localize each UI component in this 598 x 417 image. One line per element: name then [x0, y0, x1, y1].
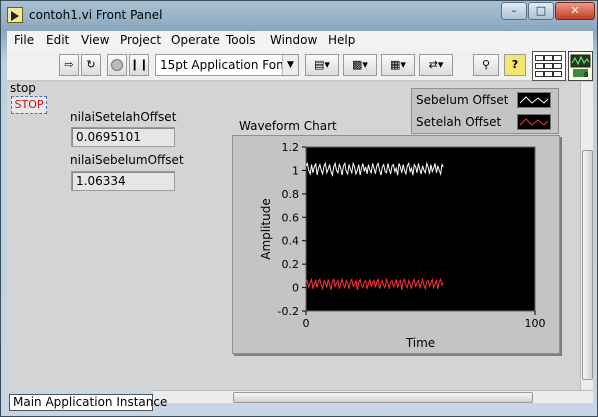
horizontal-scroll-thumb[interactable]: [233, 392, 533, 403]
y-tick-label: -0.2: [278, 305, 299, 318]
abort-icon: [111, 59, 123, 71]
context-help-button[interactable]: ?: [504, 54, 526, 76]
pause-button[interactable]: ❙❙: [129, 54, 149, 76]
connector-pane-icon[interactable]: [532, 51, 566, 81]
vertical-scrollbar[interactable]: [580, 82, 593, 390]
menu-file[interactable]: File: [14, 33, 34, 47]
stop-label: stop: [10, 81, 36, 95]
legend-swatch-sebelum[interactable]: [517, 92, 551, 108]
menu-window[interactable]: Window: [270, 33, 317, 47]
stop-button[interactable]: STOP: [11, 96, 47, 114]
y-tick-label: 0.8: [282, 188, 300, 201]
y-tick-label: 1: [292, 164, 299, 177]
align-objects-button[interactable]: ▤▾: [305, 54, 339, 76]
menu-view[interactable]: View: [81, 33, 109, 47]
labview-vi-icon: [7, 7, 23, 23]
legend-entry-sebelum: Sebelum Offset: [416, 93, 509, 107]
resize-objects-button[interactable]: ▦▾: [381, 54, 415, 76]
horizontal-scrollbar[interactable]: [153, 390, 593, 403]
offset-before-indicator: 1.06334: [71, 171, 175, 191]
menu-operate[interactable]: Operate: [171, 33, 220, 47]
y-tick-label: 1.2: [282, 141, 300, 154]
menu-tools[interactable]: Tools: [226, 33, 256, 47]
waveform-vi-icon: 6: [570, 54, 591, 79]
svg-text:6: 6: [584, 71, 589, 79]
distribute-objects-button[interactable]: ▩▾: [343, 54, 377, 76]
search-button[interactable]: ⚲: [473, 54, 499, 76]
run-continuously-button[interactable]: ↻: [81, 54, 101, 76]
menu-help[interactable]: Help: [328, 33, 355, 47]
offset-after-indicator: 0.0695101: [71, 127, 175, 147]
legend-entry-setelah: Setelah Offset: [416, 115, 502, 129]
application-instance: Main Application Instance: [9, 394, 167, 411]
chart-title: Waveform Chart: [239, 119, 337, 133]
help-icon: ?: [511, 58, 519, 71]
chart-legend[interactable]: Sebelum Offset Setelah Offset: [411, 88, 559, 134]
minimize-button[interactable]: –: [501, 2, 527, 20]
window-title: contoh1.vi Front Panel: [29, 8, 163, 22]
menu-edit[interactable]: Edit: [46, 33, 69, 47]
front-panel-window: contoh1.vi Front Panel – □ ✕ File Edit V…: [0, 0, 598, 417]
chart-svg: 1.2 1 0.8 0.6 0.4 0.2 0 -0.2 0 100 Time Amplitude: [259, 141, 546, 350]
vi-icon[interactable]: 6: [568, 51, 593, 81]
menu-bar: File Edit View Project Operate Tools Win…: [7, 31, 593, 51]
offset-before-label: nilaiSebelumOffset: [70, 153, 184, 167]
legend-swatch-setelah[interactable]: [517, 114, 551, 130]
y-tick-label: 0.4: [282, 235, 300, 248]
chevron-down-icon: ▼: [282, 55, 298, 75]
vertical-scroll-thumb[interactable]: [582, 150, 593, 380]
x-axis-label: Time: [405, 336, 435, 350]
y-tick-label: 0.2: [282, 258, 300, 271]
font-selector-label: 15pt Application Font: [160, 58, 289, 72]
title-bar[interactable]: contoh1.vi Front Panel – □ ✕: [1, 1, 597, 31]
font-selector[interactable]: 15pt Application Font ▼: [155, 54, 299, 76]
offset-after-label: nilaiSetelahOffset: [70, 110, 177, 124]
run-button[interactable]: ⇨: [59, 54, 79, 76]
maximize-button[interactable]: □: [528, 2, 554, 20]
waveform-chart[interactable]: 1.2 1 0.8 0.6 0.4 0.2 0 -0.2 0 100 Time Amplitude: [232, 135, 560, 354]
x-tick-label: 0: [303, 317, 310, 330]
menu-project[interactable]: Project: [120, 33, 161, 47]
search-icon: ⚲: [481, 58, 491, 71]
x-tick-label: 100: [525, 317, 546, 330]
y-axis-label: Amplitude: [259, 198, 273, 260]
close-button[interactable]: ✕: [555, 2, 595, 20]
abort-button[interactable]: [107, 54, 127, 76]
y-tick-label: 0.6: [282, 211, 300, 224]
toolbar: ⇨ ↻ ❙❙ 15pt Application Font ▼ ▤▾ ▩▾ ▦▾ …: [7, 51, 593, 81]
reorder-button[interactable]: ⇄▾: [419, 54, 453, 76]
y-tick-label: 0: [292, 282, 299, 295]
